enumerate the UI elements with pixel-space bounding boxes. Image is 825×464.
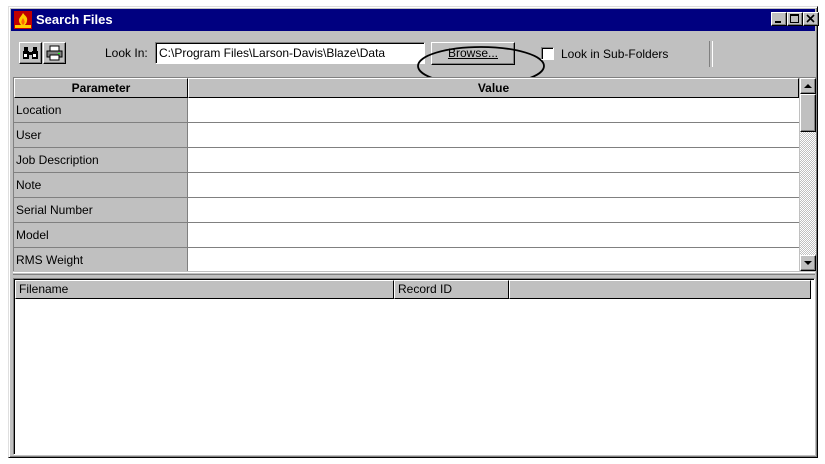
minimize-button[interactable]: [771, 12, 787, 26]
value-cell[interactable]: [188, 248, 799, 271]
parameter-cell: Job Description: [14, 148, 188, 173]
subfolders-label: Look in Sub-Folders: [561, 47, 669, 61]
grid-row: Location: [14, 98, 799, 123]
parameter-cell: Serial Number: [14, 198, 188, 223]
value-cell[interactable]: [188, 173, 799, 198]
minimize-icon: [775, 21, 781, 23]
look-in-label: Look In:: [105, 46, 148, 60]
parameter-column-header[interactable]: Parameter: [14, 78, 188, 98]
search-files-window: Search Files Look In: C:\Program Files\L…: [8, 6, 819, 458]
blaze-app-icon: [14, 11, 32, 29]
value-cell[interactable]: [188, 123, 799, 148]
parameter-cell: User: [14, 123, 188, 148]
grid-row: Job Description: [14, 148, 799, 173]
close-icon: [806, 14, 815, 23]
scroll-up-button[interactable]: [800, 78, 816, 94]
value-column-header[interactable]: Value: [188, 78, 799, 98]
binoculars-icon: [23, 47, 38, 59]
print-button[interactable]: [43, 42, 66, 64]
printer-icon: [46, 45, 63, 61]
grid-row: User: [14, 123, 799, 148]
record-id-column-header[interactable]: Record ID: [394, 280, 509, 299]
value-cell[interactable]: [188, 198, 799, 223]
maximize-button[interactable]: [787, 12, 803, 26]
value-cell[interactable]: [188, 98, 799, 123]
results-list[interactable]: Filename Record ID: [13, 278, 815, 455]
grid-row: RMS Weight: [14, 248, 799, 271]
grid-row: Note: [14, 173, 799, 198]
look-in-path-field[interactable]: [155, 42, 425, 64]
scroll-down-button[interactable]: [800, 255, 816, 271]
empty-column-header[interactable]: [509, 280, 811, 299]
arrow-down-icon: [804, 261, 812, 265]
grid-vertical-scrollbar[interactable]: [800, 78, 816, 271]
value-cell[interactable]: [188, 223, 799, 248]
parameter-cell: Note: [14, 173, 188, 198]
title-bar[interactable]: Search Files: [11, 9, 819, 31]
filename-column-header[interactable]: Filename: [15, 280, 394, 299]
arrow-up-icon: [804, 84, 812, 88]
find-button[interactable]: [19, 42, 42, 64]
parameter-grid: Parameter Value Location User Job Descri…: [13, 77, 816, 271]
pane-splitter[interactable]: [13, 272, 815, 275]
parameter-cell: RMS Weight: [14, 248, 188, 271]
parameter-cell: Location: [14, 98, 188, 123]
toolbar-separator: [709, 41, 713, 67]
scroll-thumb[interactable]: [800, 94, 816, 132]
close-button[interactable]: [803, 12, 819, 26]
toolbar: Look In: Browse... Look in Sub-Folders: [11, 33, 815, 86]
grid-row: Model: [14, 223, 799, 248]
value-cell[interactable]: [188, 148, 799, 173]
subfolders-checkbox[interactable]: [541, 47, 554, 60]
window-title: Search Files: [36, 12, 113, 27]
grid-row: Serial Number: [14, 198, 799, 223]
maximize-icon: [790, 14, 799, 23]
parameter-cell: Model: [14, 223, 188, 248]
